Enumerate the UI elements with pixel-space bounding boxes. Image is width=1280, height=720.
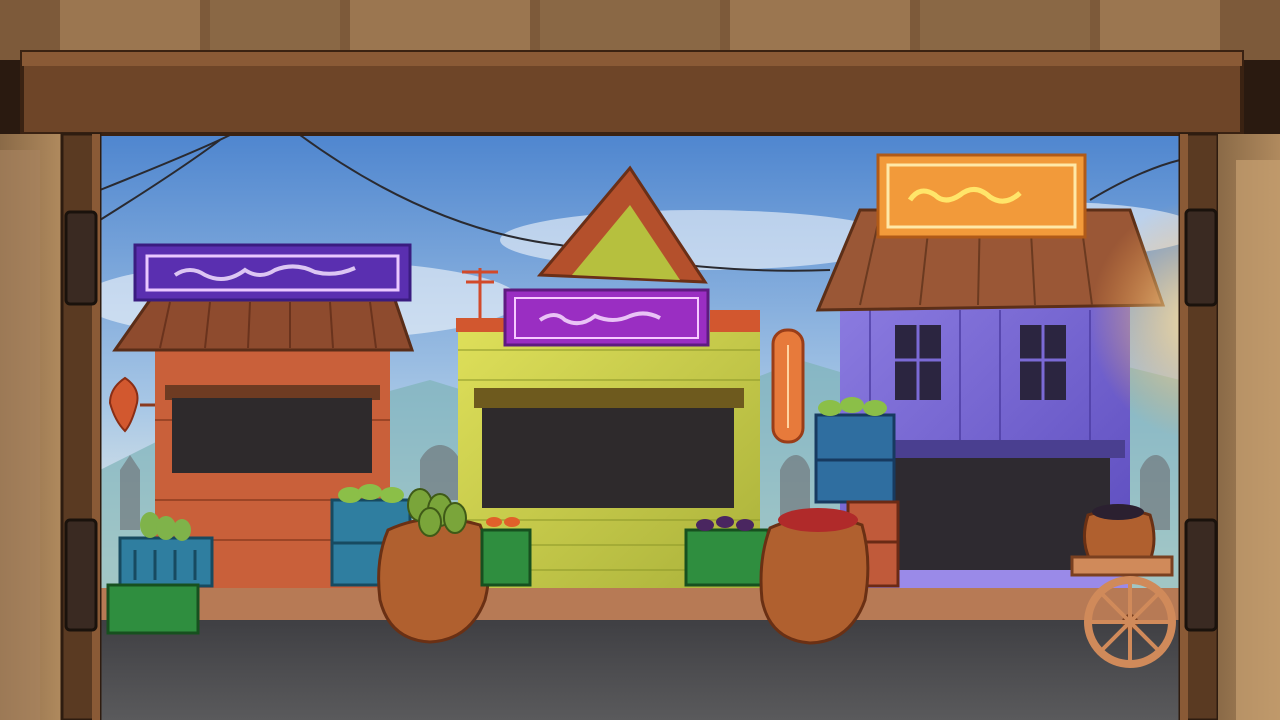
- stall-left-roof: [112, 298, 415, 352]
- vertical-sign: [771, 328, 805, 444]
- ground: [100, 620, 1180, 720]
- hinge-icon: [1184, 518, 1218, 632]
- scene-canvas: [0, 0, 1280, 720]
- stall-center-window: [482, 408, 734, 508]
- top-beam: [20, 50, 1244, 136]
- stall-left-window: [172, 398, 372, 473]
- hinge-icon: [64, 518, 98, 632]
- market-platform: [100, 588, 1180, 620]
- left-wall: [0, 132, 102, 720]
- neon-sign-right: [876, 153, 1087, 239]
- sack-berries: [759, 508, 870, 645]
- right-wall: [1178, 132, 1280, 720]
- hinge-icon: [64, 210, 98, 306]
- hinge-icon: [1184, 208, 1218, 307]
- cart-wheel-icon: [1084, 576, 1176, 668]
- market-scene: [0, 0, 1280, 720]
- neon-sign-left: [133, 243, 412, 302]
- neon-sign-center: [503, 288, 710, 347]
